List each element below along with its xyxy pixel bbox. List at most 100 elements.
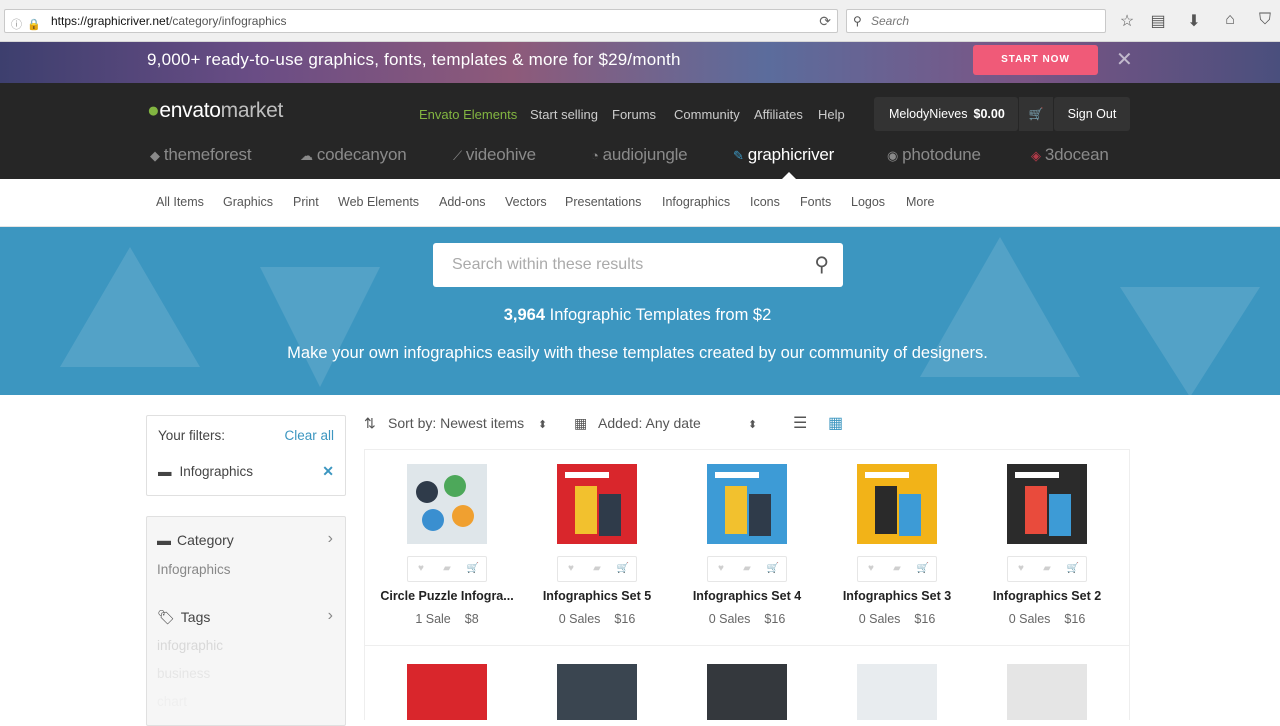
browser-search-placeholder: Search — [871, 14, 910, 28]
search-icon[interactable]: ⚲ — [814, 243, 829, 287]
grid-view-icon[interactable]: ▦ — [828, 413, 843, 433]
nav-help[interactable]: Help — [818, 107, 845, 122]
category-facet-value[interactable]: Infographics — [157, 562, 231, 577]
videohive-icon: ⟋ — [453, 148, 462, 163]
download-icon[interactable]: ⬇ — [1184, 11, 1204, 31]
item-title[interactable]: Infographics Set 3 — [822, 589, 972, 603]
date-chevron-icon: ⬍ — [748, 419, 758, 431]
remove-filter-icon[interactable]: ✕ — [322, 463, 334, 480]
user-account-button[interactable]: MelodyNieves $0.00 — [874, 97, 1018, 131]
market-audiojungle[interactable]: ◔ audiojungle — [591, 145, 688, 165]
sort-select[interactable]: Sort by: Newest items — [388, 415, 524, 431]
item-sales: 0 Sales — [1008, 612, 1051, 626]
sort-icon: ⇅ — [364, 415, 376, 431]
home-icon[interactable]: ⌂ — [1220, 11, 1240, 29]
thumbnail-art — [416, 475, 474, 531]
add-to-cart-icon[interactable]: 🛒 — [610, 557, 636, 581]
tag-item[interactable]: infographic — [157, 638, 223, 653]
chevron-right-icon[interactable]: › — [328, 530, 333, 548]
item-thumbnail[interactable] — [707, 664, 787, 720]
item-thumbnail[interactable] — [857, 664, 937, 720]
chevron-right-icon[interactable]: › — [328, 607, 333, 625]
favorite-icon[interactable]: ♥ — [1008, 557, 1034, 581]
cat-all-items[interactable]: All Items — [156, 195, 204, 209]
item-title[interactable]: Infographics Set 5 — [522, 589, 672, 603]
cat-icons[interactable]: Icons — [750, 195, 780, 209]
market-codecanyon[interactable]: ☁ codecanyon — [300, 145, 407, 165]
nav-affiliates[interactable]: Affiliates — [754, 107, 803, 122]
favorite-icon[interactable]: ♥ — [858, 557, 884, 581]
cat-web-elements[interactable]: Web Elements — [338, 195, 419, 209]
market-label: themeforest — [163, 145, 252, 164]
cat-fonts[interactable]: Fonts — [800, 195, 831, 209]
cat-logos[interactable]: Logos — [851, 195, 885, 209]
add-to-cart-icon[interactable]: 🛒 — [1060, 557, 1086, 581]
add-to-cart-icon[interactable]: 🛒 — [460, 557, 486, 581]
cat-infographics[interactable]: Infographics — [662, 195, 730, 209]
nav-community[interactable]: Community — [674, 107, 740, 122]
favorite-icon[interactable]: ♥ — [558, 557, 584, 581]
add-to-cart-icon[interactable]: 🛒 — [910, 557, 936, 581]
bookmark-star-icon[interactable]: ☆ — [1117, 11, 1137, 31]
collection-icon[interactable]: ▰ — [884, 557, 910, 581]
item-thumbnail[interactable] — [557, 464, 637, 544]
item-title[interactable]: Infographics Set 4 — [672, 589, 822, 603]
category-facet-header[interactable]: ▬ Category — [157, 532, 234, 548]
envato-market-logo[interactable]: ●envatomarket — [147, 99, 283, 123]
cat-add-ons[interactable]: Add-ons — [439, 195, 486, 209]
results-search-input[interactable]: Search within these results ⚲ — [433, 243, 843, 287]
browser-search-input[interactable]: ⚲ Search — [846, 9, 1106, 33]
browser-toolbar: ⓘ 🔒 https://graphicriver.net/category/in… — [0, 0, 1280, 42]
item-thumbnail[interactable] — [407, 664, 487, 720]
tag-item[interactable]: chart — [157, 694, 187, 709]
close-icon[interactable]: ✕ — [1116, 47, 1133, 72]
collection-icon[interactable]: ▰ — [734, 557, 760, 581]
start-now-button[interactable]: START NOW — [973, 45, 1098, 75]
favorite-icon[interactable]: ♥ — [708, 557, 734, 581]
item-title[interactable]: Circle Puzzle Infogra... — [372, 589, 522, 603]
item-thumbnail[interactable] — [407, 464, 487, 544]
list-view-icon[interactable]: ☰ — [793, 413, 807, 433]
cat-presentations[interactable]: Presentations — [565, 195, 641, 209]
market-photodune[interactable]: ◉ photodune — [887, 145, 981, 165]
item-thumbnail[interactable] — [1007, 664, 1087, 720]
nav-envato-elements[interactable]: Envato Elements — [419, 107, 517, 122]
collection-icon[interactable]: ▰ — [434, 557, 460, 581]
cat-graphics[interactable]: Graphics — [223, 195, 273, 209]
nav-start-selling[interactable]: Start selling — [530, 107, 598, 122]
market-label: 3docean — [1044, 145, 1109, 164]
nav-forums[interactable]: Forums — [612, 107, 656, 122]
market-graphicriver[interactable]: ✎ graphicriver — [733, 145, 834, 165]
item-thumbnail[interactable] — [857, 464, 937, 544]
item-thumbnail[interactable] — [707, 464, 787, 544]
market-videohive[interactable]: ⟋ videohive — [453, 145, 536, 165]
pocket-icon[interactable]: ⛉ — [1255, 11, 1275, 29]
address-bar[interactable]: ⓘ 🔒 https://graphicriver.net/category/in… — [4, 9, 838, 33]
collection-icon[interactable]: ▰ — [584, 557, 610, 581]
add-to-cart-icon[interactable]: 🛒 — [760, 557, 786, 581]
cart-icon[interactable]: 🛒 — [1019, 97, 1053, 131]
promo-banner: 9,000+ ready-to-use graphics, fonts, tem… — [0, 42, 1280, 83]
thumbnail-art — [565, 472, 621, 536]
item-title[interactable]: Infographics Set 2 — [972, 589, 1122, 603]
cat-print[interactable]: Print — [293, 195, 319, 209]
collection-icon[interactable]: ▰ — [1034, 557, 1060, 581]
cat-more[interactable]: More — [906, 195, 934, 209]
tags-facet-header[interactable]: 🏷 Tags — [157, 609, 210, 626]
clear-all-link[interactable]: Clear all — [284, 428, 334, 443]
info-icon[interactable]: ⓘ — [11, 14, 22, 36]
reload-icon[interactable]: ⟳ — [819, 10, 831, 32]
codecanyon-icon: ☁ — [300, 148, 313, 163]
tag-item[interactable]: business — [157, 666, 210, 681]
market-3docean[interactable]: ◈ 3docean — [1031, 145, 1109, 165]
favorite-icon[interactable]: ♥ — [408, 557, 434, 581]
date-filter-select[interactable]: Added: Any date — [598, 415, 701, 431]
active-filter-label: Infographics — [179, 464, 254, 479]
item-meta: 0 Sales $16 — [522, 612, 672, 626]
sign-out-button[interactable]: Sign Out — [1054, 97, 1130, 131]
reading-list-icon[interactable]: ▤ — [1148, 11, 1168, 31]
cat-vectors[interactable]: Vectors — [505, 195, 547, 209]
market-themeforest[interactable]: ◆ themeforest — [150, 145, 252, 165]
item-thumbnail[interactable] — [557, 664, 637, 720]
item-thumbnail[interactable] — [1007, 464, 1087, 544]
